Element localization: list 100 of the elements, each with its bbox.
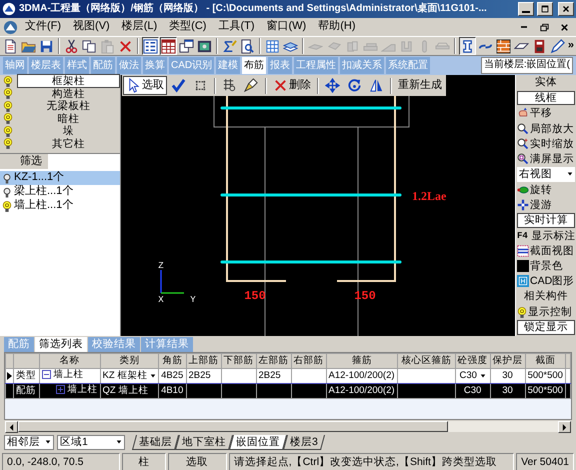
caret-icon [150, 372, 156, 379]
panel-tool[interactable]: 漫游 [517, 197, 575, 213]
toolbar-button[interactable] [160, 37, 178, 55]
scroll-left-button[interactable] [5, 421, 18, 433]
caret-icon [480, 372, 486, 379]
app-logo-icon [2, 2, 16, 16]
category-item[interactable]: 构造柱 [16, 86, 120, 101]
caret-icon [567, 171, 573, 178]
toolbar-button[interactable] [494, 37, 512, 55]
floor-tab[interactable]: 楼层3 [282, 434, 324, 450]
clipboard-icon [100, 38, 116, 54]
u-shape-icon [398, 38, 414, 54]
scroll-right-button[interactable] [558, 421, 571, 433]
toolbar-overflow-button[interactable]: » [568, 39, 574, 53]
table-cell: C30 [464, 385, 482, 396]
menu-item[interactable]: 文件(F) [20, 20, 66, 34]
component-item[interactable]: 梁上柱...1个 [0, 185, 120, 199]
floor-tab[interactable]: 基础层 [132, 434, 178, 450]
table-cell: 500*500 [528, 370, 563, 382]
toolbar-button[interactable] [239, 37, 256, 55]
toolbar-button[interactable] [458, 37, 476, 55]
column-header[interactable]: 下部筋 [221, 354, 256, 368]
menu-item[interactable]: 工具(T) [213, 20, 260, 34]
component-item[interactable]: 墙上柱...1个 [0, 199, 120, 213]
floor-tab[interactable]: 地下室柱 [174, 434, 232, 450]
column-header[interactable]: 角筋 [158, 354, 186, 368]
column-header[interactable]: 类别 [100, 354, 159, 368]
close-icon [558, 22, 570, 32]
panel-tool[interactable]: 旋转 [517, 182, 575, 198]
panel-tool[interactable]: 局部放大 [517, 120, 575, 136]
cross-icon [273, 78, 288, 93]
orb-icon [517, 184, 529, 196]
toggle-button[interactable]: 线框 [517, 90, 575, 106]
panel-tab[interactable]: 筛选列表 [35, 337, 87, 352]
panel-tool[interactable]: 实时缩放 [517, 136, 575, 152]
column-header[interactable]: 右部筋 [291, 354, 326, 368]
filter-field[interactable] [48, 154, 120, 169]
axis-label: Y [190, 295, 196, 305]
caret-icon [45, 439, 51, 445]
category-item[interactable]: 框架柱 [16, 74, 120, 88]
floor-select[interactable]: 区域1 [57, 434, 125, 450]
filled-square-icon [517, 260, 529, 272]
toolbar-button[interactable] [178, 37, 196, 55]
checkmark-icon [171, 78, 186, 93]
light-bulb-icon [517, 306, 527, 318]
column-header[interactable]: 截面 [525, 354, 566, 368]
close-button[interactable] [558, 2, 574, 16]
toggle-button[interactable]: 锁定显示 [517, 320, 575, 335]
category-item[interactable]: 暗柱 [16, 112, 120, 126]
table-cell: 2B25 [188, 370, 211, 382]
select-value: 相邻层 [7, 436, 40, 448]
panel-tool[interactable]: 平移 [517, 106, 575, 121]
menu-item[interactable]: 类型(C) [164, 20, 212, 34]
minimize-button[interactable] [518, 2, 534, 16]
component-item[interactable]: KZ-1...1个 [0, 171, 120, 185]
table-cell: 类型 [14, 368, 40, 384]
table-cell: 2B25 [258, 370, 281, 382]
category-item[interactable]: 无梁板柱 [16, 99, 120, 114]
column-header[interactable]: 保护层 [490, 354, 526, 368]
panel-tool[interactable]: 背景色 [517, 258, 575, 274]
column-header[interactable]: 左部筋 [256, 354, 292, 368]
canvas-tool-button[interactable] [322, 76, 343, 95]
category-item[interactable]: 垛 [16, 124, 120, 138]
table-cell: QZ 墙上柱 [102, 385, 148, 396]
maximize-button[interactable] [537, 2, 553, 16]
column-header[interactable]: 箍筋 [326, 354, 398, 368]
table-cell: 墙上柱 [68, 384, 98, 396]
status-text: 柱 [122, 453, 166, 470]
tray-icon [434, 42, 450, 50]
floor-tab[interactable]: 嵌固位置 [228, 434, 286, 450]
menu-item[interactable]: 视图(V) [68, 20, 115, 34]
hotkey-label: F4 [517, 230, 528, 243]
column-header[interactable]: 砼强度 [455, 354, 490, 368]
view-select[interactable]: 右视图 [517, 166, 575, 182]
panel-tool[interactable]: 截面视图 [517, 243, 575, 259]
panel-tool[interactable]: 显示标注 [532, 228, 576, 243]
toolbar-button[interactable] [142, 37, 160, 55]
status-text: 0.0, -248.0, 70.5 [2, 453, 120, 470]
column-header[interactable]: 核心区箍筋 [398, 354, 456, 368]
scrollbar-thumb[interactable] [18, 421, 448, 432]
table-cell: 4B25 [161, 370, 184, 382]
panel-tool[interactable]: CAD图形 [517, 274, 575, 290]
select-value: 区域1 [60, 436, 88, 448]
canvas-tool-button[interactable]: 选取 [123, 76, 167, 95]
cross-icon [118, 38, 134, 54]
menu-item[interactable]: 帮助(H) [313, 20, 360, 34]
panel-heading: 实体 [534, 75, 558, 90]
menu-item[interactable]: 楼层(L) [116, 20, 162, 34]
toggle-button[interactable]: 实时计算 [517, 213, 575, 228]
table-window-icon [161, 38, 176, 54]
column-header[interactable]: 上部筋 [186, 354, 222, 368]
selection-frame-icon [193, 78, 208, 93]
panel-tool[interactable]: 满屏显示 [517, 151, 575, 167]
toolbar-button[interactable] [548, 37, 566, 55]
column-header[interactable]: 名称 [39, 354, 100, 368]
category-item[interactable]: 其它柱 [16, 136, 120, 151]
floor-select[interactable]: 相邻层 [4, 434, 54, 450]
module-tab[interactable]: 布筋 [242, 57, 266, 74]
panel-tool[interactable]: 显示控制 [517, 304, 575, 320]
menu-item[interactable]: 窗口(W) [262, 20, 312, 34]
